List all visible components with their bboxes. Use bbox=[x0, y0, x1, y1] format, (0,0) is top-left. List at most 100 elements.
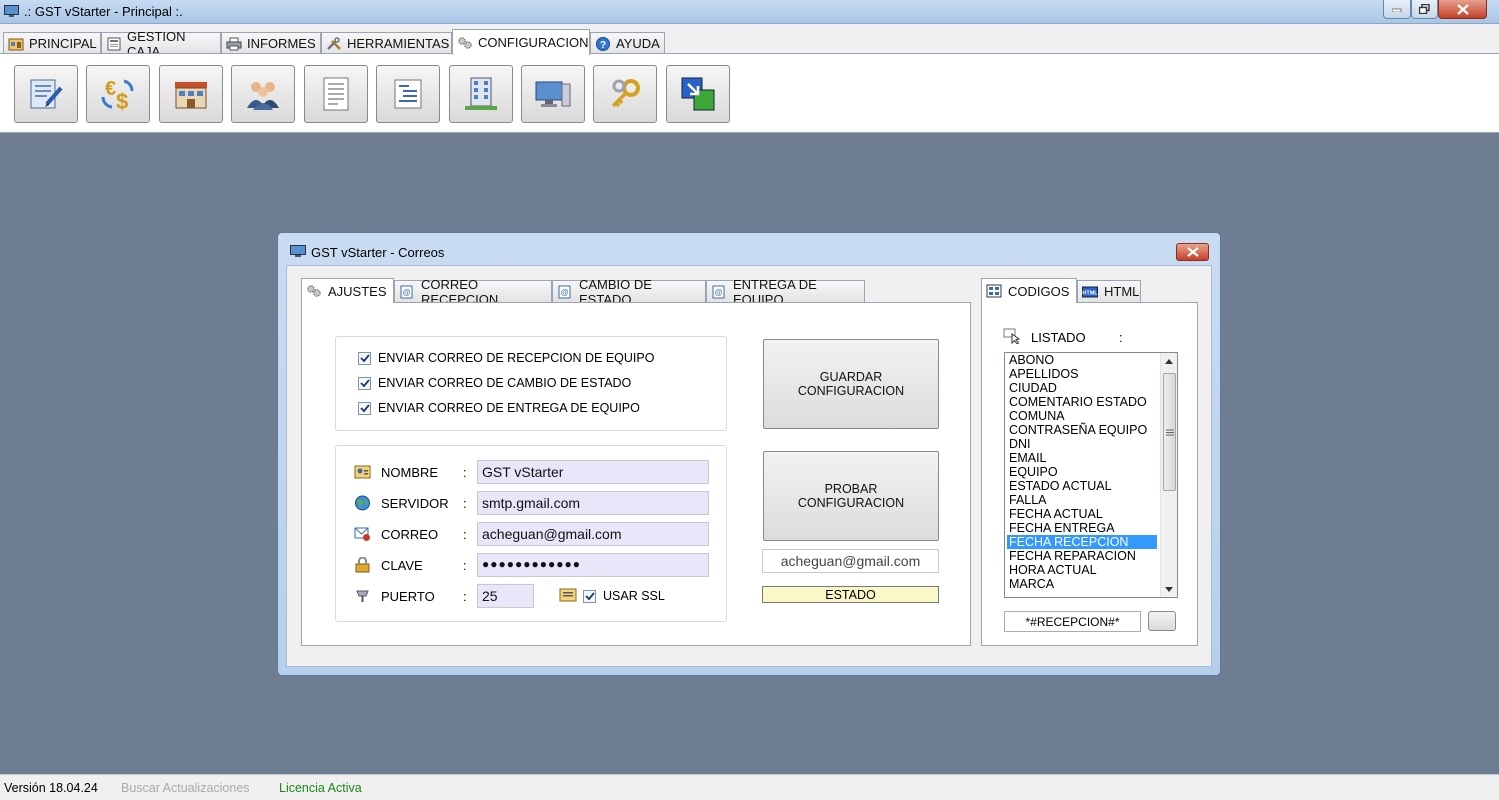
tools-icon bbox=[327, 36, 341, 50]
field-colon: : bbox=[463, 558, 467, 573]
toolbar-button-text-list[interactable] bbox=[376, 65, 440, 123]
servidor-input[interactable]: smtp.gmail.com bbox=[477, 491, 709, 515]
minimize-button[interactable] bbox=[1383, 0, 1411, 19]
list-item-selected[interactable]: FECHA RECEPCION bbox=[1007, 535, 1157, 549]
toolbar-button-users[interactable] bbox=[231, 65, 295, 123]
list-item[interactable]: MARCA bbox=[1007, 577, 1157, 591]
list-item[interactable]: FECHA ACTUAL bbox=[1007, 507, 1157, 521]
email-template-icon: @ bbox=[558, 285, 571, 298]
list-item[interactable]: CONTRASEÑA EQUIPO bbox=[1007, 423, 1157, 437]
tab-html[interactable]: HTML HTML bbox=[1077, 280, 1141, 302]
restore-button[interactable] bbox=[1411, 0, 1438, 19]
tab-correo-recepcion[interactable]: @ CORREO RECEPCION bbox=[394, 277, 552, 307]
test-email-input[interactable]: acheguan@gmail.com bbox=[762, 549, 939, 573]
dialog-title: GST vStarter - Correos bbox=[311, 245, 445, 260]
tab-configuracion[interactable]: CONFIGURACION bbox=[452, 29, 590, 55]
checkbox[interactable] bbox=[358, 401, 371, 415]
app-monitor-icon bbox=[4, 5, 19, 17]
scroll-down-button[interactable] bbox=[1161, 581, 1177, 597]
tab-informes[interactable]: INFORMES bbox=[221, 32, 321, 54]
list-item[interactable]: EMAIL bbox=[1007, 451, 1157, 465]
edit-form-icon bbox=[30, 79, 63, 109]
toolbar-button-keys[interactable] bbox=[593, 65, 657, 123]
puerto-input[interactable]: 25 bbox=[477, 584, 534, 608]
checkbox-label: ENVIAR CORREO DE RECEPCION DE EQUIPO bbox=[378, 351, 655, 365]
gears-icon bbox=[458, 36, 472, 49]
tab-principal[interactable]: PRINCIPAL bbox=[3, 32, 101, 54]
list-item[interactable]: FECHA REPARACION bbox=[1007, 549, 1157, 563]
tab-ayuda[interactable]: ? AYUDA bbox=[590, 32, 665, 54]
codes-list-icon bbox=[986, 284, 1002, 298]
ajustes-panel: ENVIAR CORREO DE RECEPCION DE EQUIPO ENV… bbox=[301, 302, 971, 646]
checkbox-envio-recepcion[interactable]: ENVIAR CORREO DE RECEPCION DE EQUIPO bbox=[358, 351, 654, 365]
tab-label: AYUDA bbox=[616, 36, 660, 51]
toolbar-button-store[interactable] bbox=[159, 65, 223, 123]
list-item[interactable]: APELLIDOS bbox=[1007, 367, 1157, 381]
tab-ajustes[interactable]: AJUSTES bbox=[301, 278, 394, 303]
tab-gestion-caja[interactable]: GESTION CAJA bbox=[101, 29, 221, 59]
list-item[interactable]: EQUIPO bbox=[1007, 465, 1157, 479]
smtp-settings-group: NOMBRE : GST vStarter SERVIDOR : smtp.gm… bbox=[335, 445, 727, 622]
tab-entrega-equipo[interactable]: @ ENTREGA DE EQUIPO bbox=[706, 277, 865, 307]
list-item[interactable]: COMENTARIO ESTADO bbox=[1007, 395, 1157, 409]
building-icon bbox=[465, 77, 497, 110]
estado-indicator: ESTADO bbox=[762, 586, 939, 603]
field-colon: : bbox=[463, 465, 467, 480]
field-colon: : bbox=[463, 589, 467, 604]
arrow-up-icon bbox=[1165, 358, 1173, 364]
tab-herramientas[interactable]: HERRAMIENTAS bbox=[321, 32, 452, 54]
help-icon: ? bbox=[596, 36, 610, 51]
svg-text:HTML: HTML bbox=[1082, 290, 1098, 296]
code-value-field[interactable]: *#RECEPCION#* bbox=[1004, 611, 1141, 632]
checkbox[interactable] bbox=[358, 376, 371, 390]
field-servidor: SERVIDOR : smtp.gmail.com bbox=[336, 491, 726, 515]
toolbar-button-currency[interactable]: € $ bbox=[86, 65, 150, 123]
buscar-actualizaciones-link[interactable]: Buscar Actualizaciones bbox=[121, 781, 250, 795]
tab-cambio-estado[interactable]: @ CAMBIO DE ESTADO bbox=[552, 277, 706, 307]
list-item[interactable]: FECHA ENTREGA bbox=[1007, 521, 1157, 535]
toolbar-button-building[interactable] bbox=[449, 65, 513, 123]
svg-text:?: ? bbox=[600, 40, 606, 51]
listbox-scrollbar[interactable] bbox=[1160, 353, 1177, 597]
list-item[interactable]: FALLA bbox=[1007, 493, 1157, 507]
checkbox[interactable] bbox=[358, 351, 371, 365]
list-item[interactable]: ABONO bbox=[1007, 353, 1157, 367]
toolbar-button-shortcut[interactable] bbox=[666, 65, 730, 123]
checkbox-envio-cambio-estado[interactable]: ENVIAR CORREO DE CAMBIO DE ESTADO bbox=[358, 376, 631, 390]
toolbar-button-document[interactable] bbox=[304, 65, 368, 123]
tab-codigos[interactable]: CODIGOS bbox=[981, 278, 1077, 303]
list-item[interactable]: ESTADO ACTUAL bbox=[1007, 479, 1157, 493]
list-item[interactable]: COMUNA bbox=[1007, 409, 1157, 423]
checkbox[interactable] bbox=[583, 589, 596, 603]
minimize-icon bbox=[1392, 8, 1402, 12]
scroll-up-button[interactable] bbox=[1161, 353, 1177, 369]
list-item[interactable]: HORA ACTUAL bbox=[1007, 563, 1157, 577]
checkbox-usar-ssl[interactable]: USAR SSL bbox=[583, 589, 665, 603]
toolbar-button-computer[interactable] bbox=[521, 65, 585, 123]
codes-listbox[interactable]: ABONO APELLIDOS CIUDAD COMENTARIO ESTADO… bbox=[1004, 352, 1178, 598]
close-button[interactable] bbox=[1438, 0, 1487, 19]
tab-label: HERRAMIENTAS bbox=[347, 36, 450, 51]
nombre-input[interactable]: GST vStarter bbox=[477, 460, 709, 484]
correo-input[interactable]: acheguan@gmail.com bbox=[477, 522, 709, 546]
field-label: CORREO bbox=[381, 527, 439, 542]
ssl-certificate-icon bbox=[559, 588, 577, 602]
list-item[interactable]: CIUDAD bbox=[1007, 381, 1157, 395]
probar-configuracion-button[interactable]: PROBAR CONFIGURACION bbox=[763, 451, 939, 541]
home-icon bbox=[8, 38, 24, 50]
store-icon bbox=[175, 82, 207, 109]
email-template-icon: @ bbox=[712, 285, 725, 298]
scroll-thumb[interactable] bbox=[1163, 373, 1176, 491]
globe-icon bbox=[355, 495, 370, 511]
checkbox-envio-entrega[interactable]: ENVIAR CORREO DE ENTREGA DE EQUIPO bbox=[358, 401, 640, 415]
list-item[interactable]: DNI bbox=[1007, 437, 1157, 451]
clave-input[interactable]: ●●●●●●●●●●●● bbox=[477, 553, 709, 577]
field-nombre: NOMBRE : GST vStarter bbox=[336, 460, 726, 484]
dialog-body: AJUSTES @ CORREO RECEPCION @ CAMBIO DE E… bbox=[286, 265, 1212, 667]
guardar-configuracion-button[interactable]: GUARDAR CONFIGURACION bbox=[763, 339, 939, 429]
tab-label: AJUSTES bbox=[328, 283, 387, 299]
title-bar: .: GST vStarter - Principal :. bbox=[0, 0, 1499, 24]
dialog-close-button[interactable] bbox=[1176, 243, 1209, 261]
toolbar-button-edit-form[interactable] bbox=[14, 65, 78, 123]
insert-code-button[interactable] bbox=[1148, 611, 1176, 631]
